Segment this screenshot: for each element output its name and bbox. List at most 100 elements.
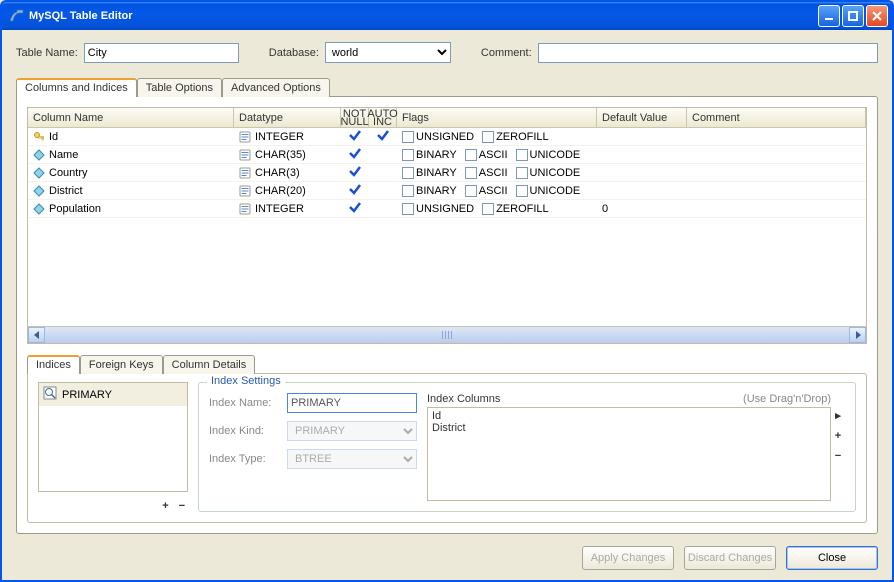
header-auto-inc[interactable]: AUTOINC [369, 108, 397, 127]
flag-label: UNICODE [530, 167, 581, 179]
minimize-button[interactable] [818, 5, 840, 27]
header-column-name[interactable]: Column Name [28, 108, 234, 127]
table-name-label: Table Name: [16, 47, 78, 59]
header-comment[interactable]: Comment [687, 108, 866, 127]
index-add-remove: + − [38, 492, 188, 512]
index-col-add-button[interactable]: + [835, 430, 841, 442]
index-columns-side-buttons: ▸ + − [831, 393, 845, 501]
flag-label: BINARY [416, 185, 457, 197]
default-cell: 0 [597, 203, 687, 215]
header-flags[interactable]: Flags [397, 108, 597, 127]
flag-checkbox[interactable] [482, 203, 494, 215]
column-name-cell: Name [49, 149, 78, 161]
index-type-combo[interactable]: BTREE [287, 449, 417, 469]
sub-tabs: Indices Foreign Keys Column Details [27, 354, 867, 373]
column-name-cell: District [49, 185, 83, 197]
index-name-label: Index Name: [209, 397, 279, 409]
flag-checkbox[interactable] [516, 149, 528, 161]
horizontal-scrollbar[interactable] [28, 326, 866, 343]
table-row[interactable]: District CHAR(20) BINARY ASCII UNICODE [28, 182, 866, 200]
close-panel-button[interactable]: Close [786, 546, 878, 570]
flag-label: ZEROFILL [496, 131, 549, 143]
flag-label: UNSIGNED [416, 131, 474, 143]
flag-checkbox[interactable] [482, 131, 494, 143]
flag-checkbox[interactable] [402, 149, 414, 161]
tab-columns-indices[interactable]: Columns and Indices [16, 78, 137, 97]
scroll-left-button[interactable] [28, 327, 45, 343]
content-area: Table Name: Database: world Comment: Col… [2, 30, 892, 580]
tab-indices[interactable]: Indices [27, 355, 80, 374]
datatype-icon [239, 185, 251, 197]
index-settings-legend: Index Settings [207, 375, 285, 387]
flag-checkbox[interactable] [465, 167, 477, 179]
table-row[interactable]: PopulationINTEGERUNSIGNEDZEROFILL0 [28, 200, 866, 218]
datatype-icon [239, 131, 251, 143]
index-kind-label: Index Kind: [209, 425, 279, 437]
indices-list-wrap: PRIMARY + − [38, 382, 188, 512]
tab-column-details[interactable]: Column Details [163, 355, 256, 374]
scroll-right-button[interactable] [849, 327, 866, 343]
index-name-input[interactable] [287, 393, 417, 413]
flags-cell: BINARYASCIIUNICODE [397, 149, 597, 161]
index-column-item[interactable]: District [432, 422, 826, 434]
flag-label: UNSIGNED [416, 203, 474, 215]
scroll-track[interactable] [45, 327, 849, 343]
titlebar[interactable]: MySQL Table Editor [2, 2, 892, 30]
maximize-button[interactable] [842, 5, 864, 27]
columns-panel: Column Name Datatype NOTNULL AUTOINC Fla… [16, 96, 878, 534]
grid-header: Column Name Datatype NOTNULL AUTOINC Fla… [28, 108, 866, 128]
column-name-cell: Country [49, 167, 88, 179]
index-col-remove-button[interactable]: − [835, 450, 841, 462]
flag-checkbox[interactable] [465, 185, 477, 197]
index-remove-button[interactable]: − [179, 500, 188, 512]
header-not-null[interactable]: NOTNULL [341, 108, 369, 127]
index-columns-hint: (Use Drag'n'Drop) [743, 393, 831, 405]
apply-changes-button[interactable]: Apply Changes [582, 546, 674, 570]
column-icon [33, 167, 45, 179]
flag-checkbox[interactable] [516, 185, 528, 197]
flag-checkbox[interactable] [402, 203, 414, 215]
table-row[interactable]: IdINTEGERUNSIGNEDZEROFILL [28, 128, 866, 146]
flag-checkbox[interactable] [402, 131, 414, 143]
tab-advanced-options[interactable]: Advanced Options [222, 78, 330, 97]
table-row[interactable]: CountryCHAR(3)BINARYASCIIUNICODE [28, 164, 866, 182]
flag-checkbox[interactable] [465, 149, 477, 161]
index-item-label: PRIMARY [62, 389, 112, 401]
index-col-expand-button[interactable]: ▸ [835, 409, 841, 422]
index-add-button[interactable]: + [162, 500, 171, 512]
flag-label: ASCII [479, 185, 508, 197]
check-icon [348, 182, 362, 199]
indices-panel: PRIMARY + − Index Settings Index Name: [27, 373, 867, 523]
table-row[interactable]: NameCHAR(35)BINARYASCIIUNICODE [28, 146, 866, 164]
tab-table-options[interactable]: Table Options [137, 78, 222, 97]
tab-foreign-keys[interactable]: Foreign Keys [80, 355, 163, 374]
table-name-input[interactable] [84, 43, 239, 63]
datatype-cell: CHAR(20) [255, 185, 306, 197]
datatype-cell: CHAR(3) [255, 167, 300, 179]
check-icon [348, 128, 362, 145]
grid-body[interactable]: IdINTEGERUNSIGNEDZEROFILLNameCHAR(35)BIN… [28, 128, 866, 326]
discard-changes-button[interactable]: Discard Changes [684, 546, 776, 570]
flag-label: UNICODE [530, 149, 581, 161]
flags-cell: UNSIGNEDZEROFILL [397, 203, 597, 215]
flag-checkbox[interactable] [402, 185, 414, 197]
database-combo[interactable]: world [325, 42, 451, 63]
table-comment-input[interactable] [538, 43, 878, 63]
check-icon [348, 146, 362, 163]
flag-checkbox[interactable] [402, 167, 414, 179]
close-button[interactable] [866, 5, 888, 27]
window: MySQL Table Editor Table Name: Database:… [0, 0, 894, 582]
indices-list[interactable]: PRIMARY [38, 382, 188, 492]
flag-checkbox[interactable] [516, 167, 528, 179]
index-column-item[interactable]: Id [432, 410, 826, 422]
column-icon [33, 149, 45, 161]
column-icon [33, 185, 45, 197]
index-item[interactable]: PRIMARY [39, 383, 187, 406]
header-default[interactable]: Default Value [597, 108, 687, 127]
index-kind-combo[interactable]: PRIMARY [287, 421, 417, 441]
header-datatype[interactable]: Datatype [234, 108, 341, 127]
flags-cell: BINARY ASCII UNICODE [397, 185, 597, 197]
index-columns-label: Index Columns [427, 393, 500, 405]
flag-label: UNICODE [530, 185, 581, 197]
index-columns-list[interactable]: Id District [427, 407, 831, 501]
